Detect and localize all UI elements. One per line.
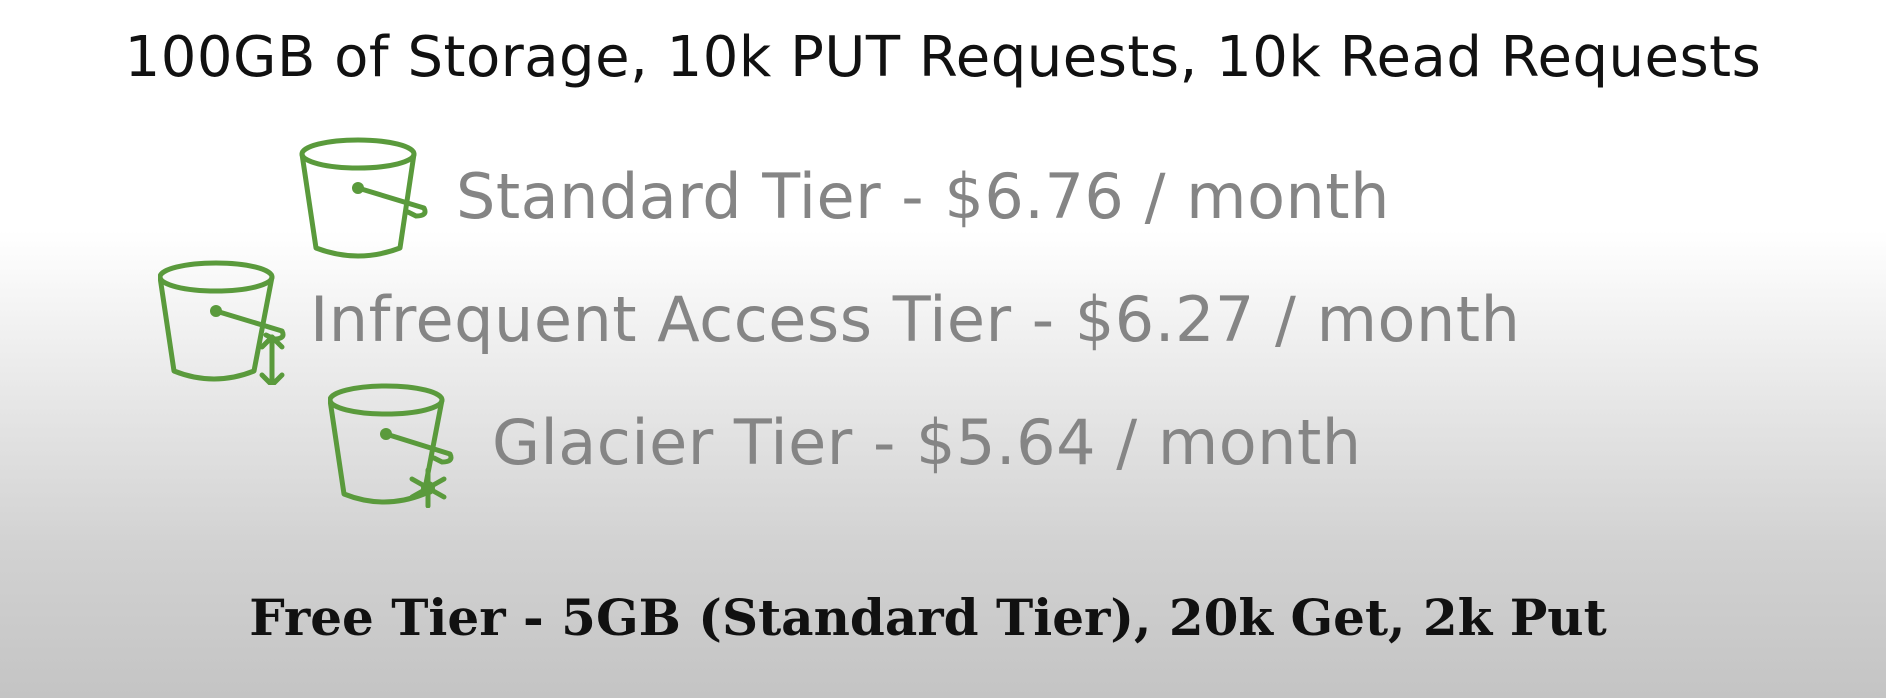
slide: 100GB of Storage, 10k PUT Requests, 10k … [0,0,1886,698]
slide-title: 100GB of Storage, 10k PUT Requests, 10k … [124,25,1762,90]
bucket-icon [299,137,428,259]
free-tier-note: Free Tier - 5GB (Standard Tier), 20k Get… [0,585,1886,651]
tier-standard-label: Standard Tier - $6.76 / month [456,160,1390,233]
tier-infrequent-access-label: Infrequent Access Tier - $6.27 / month [310,283,1521,356]
tier-glacier-label: Glacier Tier - $5.64 / month [492,406,1362,479]
bucket-snowflake-icon [328,383,454,508]
bucket-arrow-icon [158,260,286,385]
free-tier-text: Free Tier - 5GB (Standard Tier), 20k Get… [249,588,1607,647]
